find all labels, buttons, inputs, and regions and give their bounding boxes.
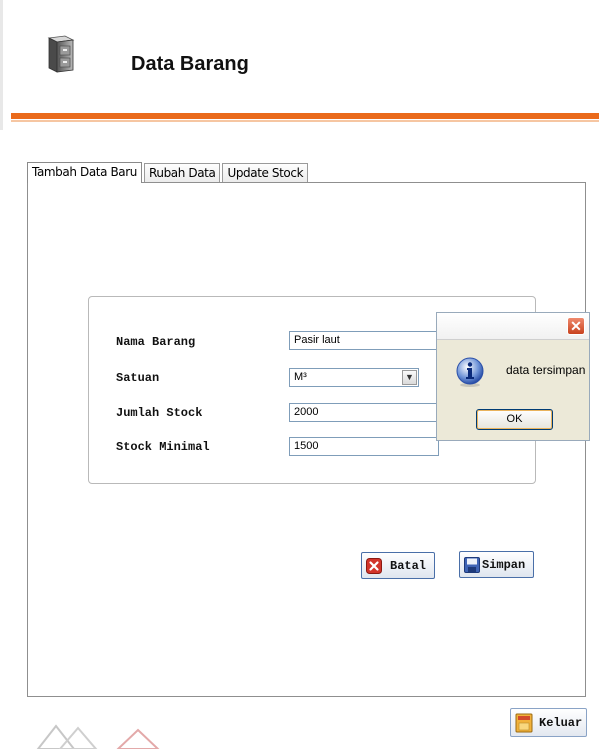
header-divider-shadow [11,120,599,122]
tab-rubah-data[interactable]: Rubah Data [143,163,221,182]
message-dialog: ✕ data tersimpan OK [436,312,590,441]
nama-barang-input[interactable]: Pasir laut [289,331,439,350]
page-title: Data Barang [131,53,249,75]
tab-update-stock[interactable]: Update Stock [222,163,309,182]
jumlah-stock-label: Jumlah Stock [116,406,203,420]
chevron-down-icon[interactable]: ▼ [402,370,417,385]
batal-label: Batal [390,558,427,573]
cabinet-icon [47,35,75,73]
stock-minimal-label: Stock Minimal [116,440,210,454]
batal-button[interactable]: Batal [361,552,435,579]
close-icon[interactable]: ✕ [567,317,585,335]
dialog-message: data tersimpan [506,363,586,377]
exit-icon [515,713,533,732]
info-icon [456,357,484,387]
tab-tambah-data-baru[interactable]: Tambah Data Baru [27,162,142,183]
keluar-button[interactable]: Keluar [510,708,587,737]
window-edge [0,0,3,130]
nama-barang-label: Nama Barang [116,335,196,349]
keluar-label: Keluar [539,715,583,730]
simpan-label: Simpan [482,557,526,572]
satuan-label: Satuan [116,371,160,385]
satuan-value: M³ [294,371,307,383]
tab-bar: Tambah Data Baru Rubah Data Update Stock [27,162,310,183]
stock-minimal-input[interactable]: 1500 [289,437,439,456]
jumlah-stock-input[interactable]: 2000 [289,403,439,422]
satuan-select[interactable]: M³ ▼ [289,368,419,387]
ok-button[interactable]: OK [476,409,553,430]
save-icon [464,556,480,573]
header [11,6,599,110]
simpan-button[interactable]: Simpan [459,551,534,578]
header-divider [11,113,599,119]
watermark-logo [36,724,160,749]
cancel-icon [366,557,382,574]
